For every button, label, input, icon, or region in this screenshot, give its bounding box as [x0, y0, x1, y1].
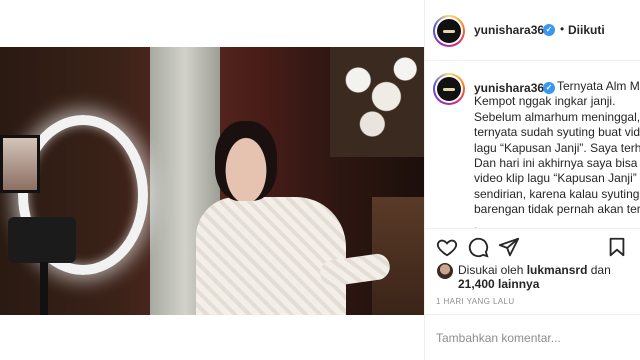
caption-line: . — [474, 217, 478, 232]
separator-dot: • — [560, 22, 565, 36]
tripod — [40, 262, 48, 315]
caption-avatar[interactable] — [433, 73, 465, 105]
caption-line: sendirian, karena kalau syuting — [474, 186, 640, 201]
caption-line: ternyata sudah syuting buat video — [474, 125, 640, 140]
caption-line: Ternyata Alm Ma — [557, 79, 640, 93]
caption-line: Kempot nggak ingkar janji. — [474, 94, 616, 109]
comment-input[interactable] — [436, 328, 636, 348]
likes-summary: Disukai oleh lukmansrd dan — [458, 263, 611, 278]
phone-screen — [0, 135, 40, 193]
woman-figure-body — [196, 197, 346, 315]
share-icon[interactable] — [498, 236, 520, 258]
liker-avatar[interactable] — [437, 263, 453, 279]
likes-conj: dan — [590, 263, 611, 277]
author-avatar[interactable] — [433, 15, 465, 47]
actions-divider — [425, 228, 640, 229]
post-timestamp[interactable]: 1 HARI YANG LALU — [436, 297, 515, 306]
comment-icon[interactable] — [467, 236, 489, 258]
camera — [8, 217, 76, 263]
comment-divider — [425, 314, 640, 315]
caption-line: barengan tidak pernah akan terja — [474, 202, 640, 217]
caption-text: Ternyata Alm Ma Kempot nggak ingkar janj… — [474, 79, 640, 233]
follow-status-button[interactable]: Diikuti — [568, 23, 605, 37]
likes-count-text[interactable]: 21,400 lainnya — [458, 277, 539, 291]
caption-line: lagu “Kapusan Janji”. Saya terha — [474, 140, 640, 155]
caption-line: video klip lagu “Kapusan Janji” — [474, 171, 637, 186]
caption-line: Sebelum almarhum meninggal, b — [474, 109, 640, 124]
author-username[interactable]: yunishara36 — [474, 23, 544, 37]
woman-figure-head — [215, 121, 277, 201]
verified-badge-icon: ✓ — [543, 24, 555, 36]
bookmark-icon[interactable] — [606, 236, 628, 258]
caption-line: Dan hari ini akhirnya saya bisa bi — [474, 156, 640, 171]
post-image[interactable] — [0, 47, 424, 315]
liker-username[interactable]: lukmansrd — [527, 263, 588, 277]
likes-count[interactable]: 21,400 lainnya — [458, 277, 539, 292]
heart-icon[interactable] — [436, 236, 458, 258]
panel-divider — [424, 0, 425, 360]
background-flowers — [330, 47, 424, 157]
likes-prefix: Disukai oleh — [458, 263, 524, 277]
header-divider — [425, 60, 640, 61]
